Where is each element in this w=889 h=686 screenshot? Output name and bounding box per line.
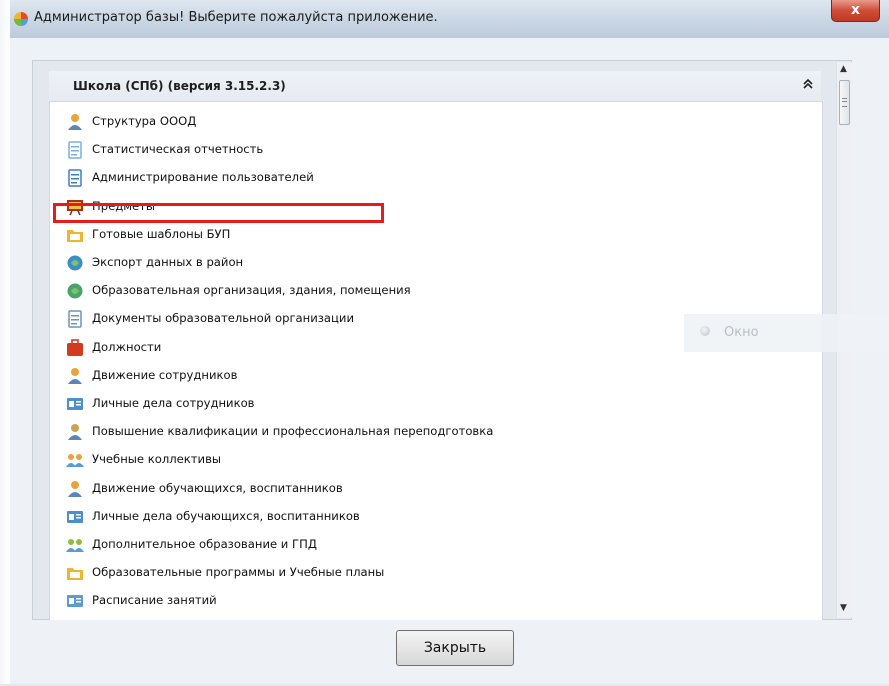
folder-template-icon bbox=[66, 226, 84, 244]
group-header[interactable]: Школа (СПб) (версия 3.15.2.3) bbox=[49, 71, 821, 101]
list-item-label: Личные дела сотрудников bbox=[92, 396, 255, 410]
list-item[interactable]: Личные дела обучающихся, воспитанников bbox=[66, 505, 766, 529]
globe-export-icon bbox=[66, 254, 84, 272]
application-list: Структура ОООД Статистическая отчетность А… bbox=[49, 101, 823, 620]
window-body: Школа (СПб) (версия 3.15.2.3) Структура … bbox=[10, 38, 889, 686]
list-item[interactable]: Структура ОООД bbox=[66, 110, 766, 134]
list-item[interactable]: Дополнительное образование и ГПД bbox=[66, 533, 766, 557]
group-title: Школа (СПб) (версия 3.15.2.3) bbox=[73, 79, 286, 93]
list-item-label: Структура ОООД bbox=[92, 114, 197, 128]
list-item-label: Повышение квалификации и профессиональна… bbox=[92, 424, 494, 439]
app-logo-icon bbox=[13, 11, 29, 27]
list-item-label: Экспорт данных в район bbox=[92, 255, 244, 269]
list-item[interactable]: Расписание занятий bbox=[66, 589, 766, 613]
folder-star-icon bbox=[66, 564, 84, 582]
list-item-label: Движение обучающихся, воспитанников bbox=[92, 480, 343, 495]
list-item[interactable]: Движение сотрудников bbox=[66, 364, 766, 388]
list-item-label: Образовательные программы и Учебные план… bbox=[92, 565, 385, 580]
schedule-icon bbox=[66, 592, 84, 610]
list-item[interactable]: Движение обучающихся, воспитанников bbox=[66, 477, 766, 501]
list-item[interactable]: Повышение квалификации и профессиональна… bbox=[66, 420, 766, 444]
building-icon bbox=[66, 282, 84, 300]
list-item[interactable]: Должности bbox=[66, 336, 766, 360]
window-title: Администратор базы! Выберите пожалуйста … bbox=[34, 10, 438, 25]
list-item-label: Готовые шаблоны БУП bbox=[92, 226, 231, 241]
student-icon bbox=[66, 480, 84, 498]
admin-users-icon bbox=[66, 169, 84, 188]
list-item[interactable]: Готовые шаблоны БУП bbox=[66, 223, 766, 247]
list-item-label: Учебные коллективы bbox=[92, 452, 222, 467]
list-item-label: Расписание занятий bbox=[92, 593, 217, 608]
ghost-window-label: Окно bbox=[724, 325, 759, 340]
ghost-window-tab: Окно bbox=[684, 314, 889, 352]
scroll-down-arrow-icon[interactable]: ▼ bbox=[840, 603, 847, 613]
scroll-up-arrow-icon[interactable]: ▲ bbox=[840, 64, 847, 74]
list-item[interactable]: Личные дела сотрудников bbox=[66, 392, 766, 416]
title-bar: Администратор базы! Выберите пожалуйста … bbox=[10, 0, 889, 39]
person-move-icon bbox=[66, 367, 84, 385]
list-item[interactable]: Администрирование пользователей bbox=[66, 166, 766, 190]
list-item[interactable]: Образовательные программы и Учебные план… bbox=[66, 561, 766, 585]
person-grad-icon bbox=[66, 423, 84, 441]
list-item-label: Личные дела обучающихся, воспитанников bbox=[92, 508, 360, 523]
list-item-label: Дополнительное образование и ГПД bbox=[92, 537, 317, 551]
list-item[interactable]: Учебные коллективы bbox=[66, 448, 766, 472]
report-icon bbox=[66, 141, 84, 159]
ghost-window-icon bbox=[700, 326, 710, 336]
document-icon bbox=[66, 310, 84, 329]
list-item[interactable]: Документы образовательной организации bbox=[66, 307, 766, 331]
list-item[interactable]: Экспорт данных в район bbox=[66, 251, 766, 275]
card-icon bbox=[66, 395, 84, 413]
list-item-label: Статистическая отчетность bbox=[92, 142, 264, 157]
close-button[interactable]: Закрыть bbox=[396, 630, 514, 666]
person-icon bbox=[66, 113, 84, 131]
group-icon bbox=[66, 536, 84, 554]
window-close-button[interactable]: x bbox=[831, 0, 880, 22]
scroll-thumb[interactable] bbox=[839, 80, 850, 125]
list-item-label: Движение сотрудников bbox=[92, 367, 238, 382]
left-edge bbox=[0, 0, 10, 686]
list-item-label: Образовательная организация, здания, пом… bbox=[92, 283, 411, 298]
group-icon bbox=[66, 451, 84, 469]
list-item[interactable]: Образовательная организация, здания, пом… bbox=[66, 279, 766, 303]
collapse-chevron-icon[interactable] bbox=[803, 78, 813, 93]
list-item-label: Администрирование пользователей bbox=[92, 170, 314, 185]
selection-highlight bbox=[53, 203, 384, 223]
scroll-grip-icon bbox=[842, 98, 847, 107]
list-item-label: Документы образовательной организации bbox=[92, 311, 354, 326]
list-item-label: Должности bbox=[92, 339, 162, 354]
card-icon bbox=[66, 508, 84, 526]
briefcase-icon bbox=[66, 338, 84, 357]
list-item[interactable]: Статистическая отчетность bbox=[66, 138, 766, 162]
